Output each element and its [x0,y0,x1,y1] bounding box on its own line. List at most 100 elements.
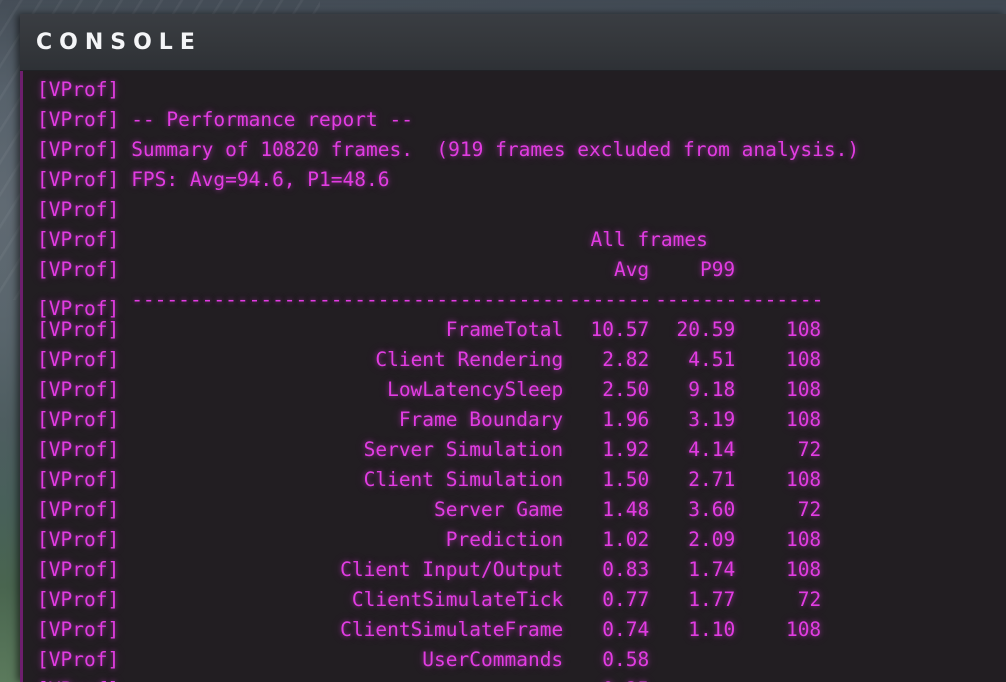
column-headers: Avg P99 [131,255,821,285]
row-label: Client Input/Output [340,558,564,581]
row-label: ClientSimulateFrame [340,618,564,641]
row-p99-value: 9.18 [688,378,736,401]
row-p99-value: 3.19 [688,408,736,431]
row-avg-value: 1.96 [602,408,650,431]
row-label: UserCommands [422,648,564,671]
log-line: [VProf] Server Game 1.48 3.60 72 [23,495,1006,525]
row-count-value: 108 [785,528,822,551]
log-tag: [VProf] [37,678,119,682]
row-count-value: 108 [785,468,822,491]
console-window: CONSOLE [VProf] [VProf] -- Performance rep… [20,14,1006,682]
log-tag: [VProf] [37,618,120,641]
log-tag: [VProf] [37,138,120,161]
log-line: [VProf] Avg P99 [23,255,1006,285]
log-tag: [VProf] [37,408,120,431]
table-row: Client Input/Output 0.83 1.74 108 [131,555,821,585]
row-p99-value: 3.60 [688,498,736,521]
row-avg-value: 2.82 [602,348,650,371]
row-avg-value: 0.83 [602,558,650,581]
log-message: Summary of 10820 frames. (919 frames exc… [131,138,860,161]
row-label: Frame Boundary [398,408,564,431]
log-line: [VProf] -- Performance report -- [23,105,1006,135]
log-tag: [VProf] [37,498,120,521]
log-line: [VProf] [23,195,1006,225]
log-tag: [VProf] [37,228,120,251]
log-line: [VProf] Client Input/Output 0.83 1.74 108 [23,555,1006,585]
col-header-p99: P99 [699,258,736,281]
log-tag: [VProf] [37,588,120,611]
table-row: Server Simulation 1.92 4.14 72 [131,435,822,465]
log-tag: [VProf] [37,558,120,581]
log-tag: [VProf] [37,318,120,341]
table-row: Frame Boundary 1.96 3.19 108 [131,405,821,435]
rule-segment-label: ----------------------------------------… [131,288,564,311]
row-count-value: 72 [797,438,822,461]
page-title: CONSOLE [36,29,202,55]
console-titlebar: CONSOLE [20,14,1006,71]
row-avg-value: 1.50 [602,468,650,491]
row-label: ClientSimulateTick [351,588,564,611]
table-row: Client Rendering 2.82 4.51 108 [131,345,821,375]
table-row: LowLatencySleep 2.50 9.18 108 [131,375,821,405]
log-tag: [VProf] [37,438,120,461]
log-line-list: [VProf] [VProf] -- Performance report -- [V… [23,75,1006,682]
log-line: [VProf] Client Rendering 2.82 4.51 108 [23,345,1006,375]
row-avg-value: 2.50 [602,378,650,401]
row-p99-value: 2.71 [688,468,736,491]
row-p99-value: 1.74 [688,558,736,581]
row-label: LowLatencySleep [387,378,564,401]
row-p99-value: 4.51 [688,348,736,371]
log-tag: [VProf] [37,168,120,191]
rule-segment-avg: ----------------------------------------… [569,288,650,311]
table-row: Server Game 1.48 3.60 72 [131,495,821,525]
log-line: [VProf] Client Simulation 1.50 2.71 108 [23,465,1006,495]
table-row: 0.25 [131,675,821,682]
table-row: UserCommands 0.58 [131,645,821,675]
log-tag: [VProf] [37,258,120,281]
row-p99-value: 20.59 [676,318,736,341]
row-label: FrameTotal [445,318,564,341]
log-message: FPS: Avg=94.6, P1=48.6 [131,168,390,191]
col-header-avg: Avg [613,258,650,281]
row-label: Prediction [445,528,564,551]
log-line: [VProf] Server Simulation 1.92 4.14 72 [23,435,1006,465]
row-p99-value: 1.77 [688,588,736,611]
rule-segment-p99: ----------------------------------------… [655,288,736,311]
log-line: [VProf] ClientSimulateFrame 0.74 1.10 108 [23,615,1006,645]
log-line: [VProf] ---------------------------------… [23,285,1006,320]
log-tag: [VProf] [37,348,120,371]
log-line: [VProf] [23,75,1006,105]
row-avg-value: 10.57 [590,318,650,341]
row-label: Server Simulation [363,438,564,461]
log-tag: [VProf] [37,528,120,551]
row-count-value: 108 [785,618,822,641]
row-avg-value: 1.92 [602,438,650,461]
row-p99-value: 2.09 [688,528,736,551]
table-row: FrameTotal 10.57 20.59 108 [131,315,821,345]
table-row: ClientSimulateFrame 0.74 1.10 108 [131,615,821,645]
log-line: [VProf] Prediction 1.02 2.09 108 [23,525,1006,555]
console-output[interactable]: [VProf] [VProf] -- Performance report -- [V… [20,71,1006,682]
log-line: [VProf] 0.25 [23,675,1006,682]
log-tag: [VProf] [37,468,120,491]
row-avg-value: 1.48 [602,498,650,521]
column-group-header: All frames [131,225,821,255]
row-avg-value: 0.74 [602,618,650,641]
row-p99-value: 4.14 [688,438,736,461]
table-row: ClientSimulateTick 0.77 1.77 72 [131,585,821,615]
row-avg-value: 0.77 [602,588,650,611]
log-tag: [VProf] [37,198,120,221]
row-count-value: 108 [785,408,822,431]
row-avg-value: 1.02 [602,528,650,551]
log-tag: [VProf] [37,108,120,131]
table-row: Prediction 1.02 2.09 108 [131,525,821,555]
row-p99-value: 1.10 [688,618,736,641]
log-line: [VProf] FPS: Avg=94.6, P1=48.6 [23,165,1006,195]
log-line: [VProf] UserCommands 0.58 [23,645,1006,675]
row-avg-value: 0.58 [602,648,650,671]
row-count-value: 72 [797,588,822,611]
log-tag: [VProf] [37,378,120,401]
row-label: Client Simulation [363,468,564,491]
log-line: [VProf] Summary of 10820 frames. (919 fra… [23,135,1006,165]
row-count-value: 108 [785,348,822,371]
